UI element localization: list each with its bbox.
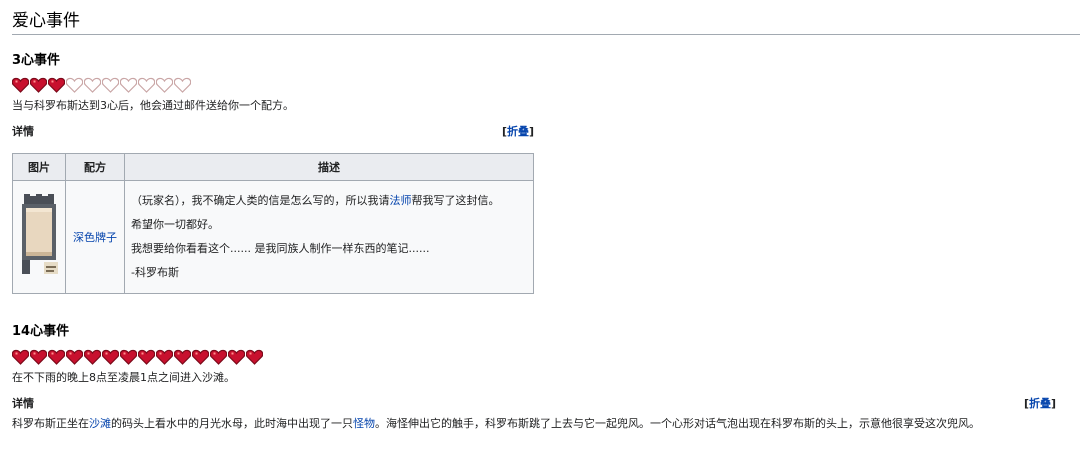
heart-filled-icon [30,349,47,365]
letter-text-cell: （玩家名），我不确定人类的信是怎么写的，所以我请法师帮我写了这封信。 希望你一切… [124,180,534,294]
details-text: 。海怪伸出它的触手，科罗布斯跳了上去与它一起兜风。一个心形对话气泡出现在科罗布斯… [375,417,980,430]
heart-filled-icon [84,349,101,365]
event-14-description: 在不下雨的晚上8点至凌晨1点之间进入沙滩。 [12,371,235,384]
recipe-item-cell: 深色牌子 [65,180,125,294]
toggle-bracket-close: ] [528,125,534,138]
heart-filled-icon [156,349,173,365]
heart-empty-icon [102,77,119,93]
heart-filled-icon [12,349,29,365]
event-3-description: 当与科罗布斯达到3心后，他会通过邮件送给你一个配方。 [12,99,294,112]
section-title: 爱心事件 [12,6,1080,35]
collapse-toggle: [折叠] [502,123,534,139]
heart-filled-icon [228,349,245,365]
heart-filled-icon [12,77,29,93]
header-image: 图片 [12,153,66,181]
letter-text: （玩家名），我不确定人类的信是怎么写的，所以我请 [131,194,390,207]
event-14-hearts [12,349,1080,365]
heart-empty-icon [66,77,83,93]
header-recipe: 配方 [65,153,125,181]
letter-line-4: -科罗布斯 [131,266,179,279]
heart-empty-icon [174,77,191,93]
heart-filled-icon [48,77,65,93]
details-label: 详情 [12,397,34,410]
heart-filled-icon [192,349,209,365]
heart-empty-icon [84,77,101,93]
letter-line-3: 我想要给你看看这个...... 是我同族人制作一样东西的笔记...... [131,242,430,255]
details-label: 详情 [12,125,34,138]
heart-filled-icon [138,349,155,365]
wizard-link[interactable]: 法师 [390,194,412,207]
monster-link[interactable]: 怪物 [353,417,375,430]
heart-filled-icon [120,349,137,365]
heart-filled-icon [102,349,119,365]
event-14-heading: 14心事件 [12,324,70,339]
header-description: 描述 [124,153,534,181]
heart-filled-icon [174,349,191,365]
table-row: 深色牌子 （玩家名），我不确定人类的信是怎么写的，所以我请法师帮我写了这封信。 … [12,180,534,294]
event-3-details-header: 详情 [折叠] [12,123,534,139]
letter-line-2: 希望你一切都好。 [131,218,219,231]
collapse-link[interactable]: 折叠 [1029,397,1051,410]
heart-empty-icon [120,77,137,93]
beach-link[interactable]: 沙滩 [89,417,111,430]
heart-empty-icon [156,77,173,93]
heart-filled-icon [48,349,65,365]
details-text: 的码头上看水中的月光水母，此时海中出现了一只 [111,417,353,430]
dark-sign-icon [22,193,58,274]
collapse-link[interactable]: 折叠 [507,125,529,138]
collapse-toggle: [折叠] [1024,395,1056,411]
dark-sign-link[interactable]: 深色牌子 [73,231,117,244]
toggle-bracket-close: ] [1050,397,1056,410]
heart-filled-icon [30,77,47,93]
heart-empty-icon [138,77,155,93]
event-3-hearts [12,77,1080,93]
page-content: 爱心事件 3心事件 当与科罗布斯达到3心后，他会通过邮件送给你一个配方。 详情 … [12,0,1080,431]
heart-filled-icon [210,349,227,365]
details-text: 科罗布斯正坐在 [12,417,89,430]
table-header-row: 图片 配方 描述 [12,153,534,181]
event-14-details-text: 科罗布斯正坐在沙滩的码头上看水中的月光水母，此时海中出现了一只怪物。海怪伸出它的… [12,415,1080,431]
event-3-heading: 3心事件 [12,53,61,68]
heart-filled-icon [246,349,263,365]
letter-text: 帮我写了这封信。 [411,194,500,207]
dark-sign-image-cell [12,180,66,294]
recipe-table: 图片 配方 描述 深色牌子 （玩家名），我不确定人类的信是怎么写的，所以我请法师… [12,153,534,294]
heart-filled-icon [66,349,83,365]
event-14-details-header: 详情 [折叠] [12,395,1056,411]
letter-line-1: （玩家名），我不确定人类的信是怎么写的，所以我请法师帮我写了这封信。 [131,189,527,213]
